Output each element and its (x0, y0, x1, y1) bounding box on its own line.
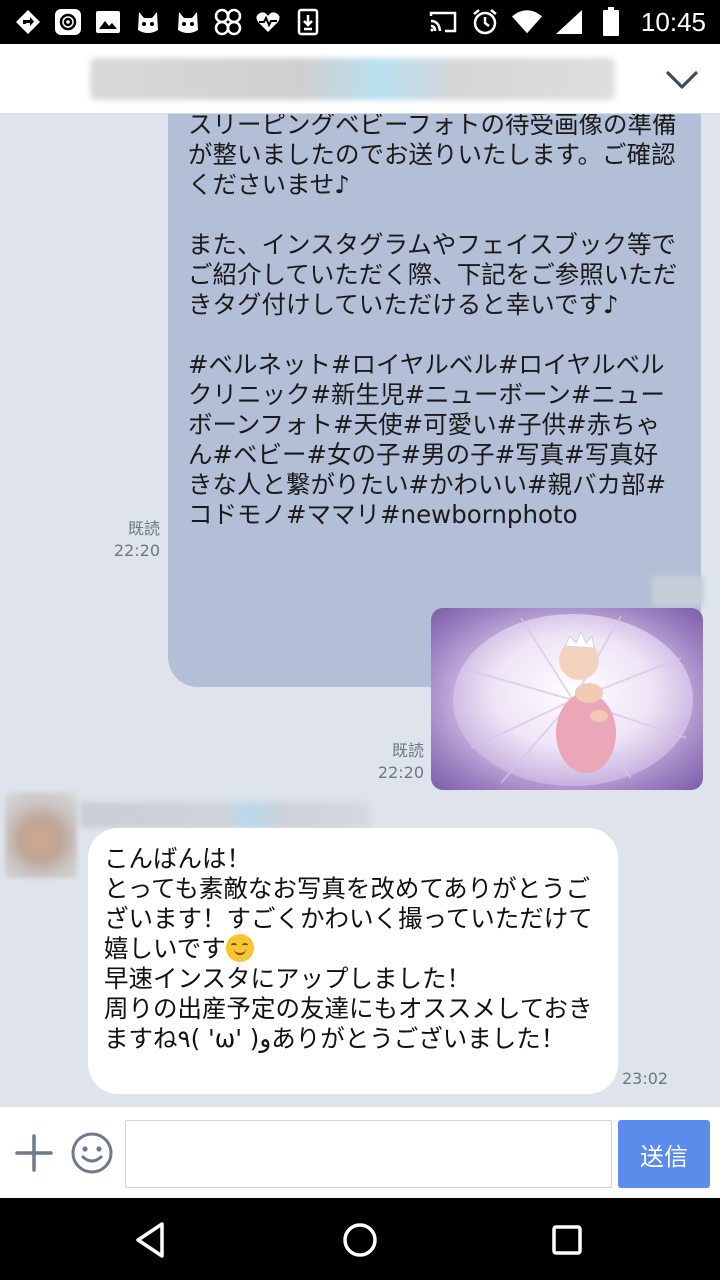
cast-icon (427, 6, 459, 38)
send-button[interactable]: 送信 (618, 1120, 710, 1188)
sender-name-blurred (80, 802, 370, 828)
chat-header (0, 44, 720, 114)
read-receipt: 既読 (127, 519, 160, 538)
at-sign-icon (52, 6, 84, 38)
message-time: 22:20 (377, 763, 424, 782)
plus-icon[interactable] (14, 1133, 54, 1173)
message-paragraph: また、インスタグラムやフェイスブック等でご紹介していただく際、下記をご参照いただ… (188, 230, 678, 319)
outgoing-message-bubble[interactable]: スリーピングベビーフォトの待受画像の準備が整いましたのでお送りいたします。ご確認… (168, 114, 701, 687)
read-receipt: 既読 (391, 741, 424, 760)
smile-emoji-icon (225, 934, 254, 962)
wifi-icon (511, 6, 543, 38)
home-icon[interactable] (338, 1218, 382, 1262)
battery-icon (595, 6, 627, 38)
incoming-message-text: 早速インスタにアップしました！ 周りの出産予定の友達にもオススメしておきますね٩… (104, 964, 593, 1053)
outgoing-photo[interactable] (431, 608, 703, 790)
message-meta: 既読 22:20 (110, 518, 160, 562)
message-input[interactable] (125, 1120, 612, 1188)
back-icon[interactable] (130, 1218, 174, 1262)
flower-icon (212, 6, 244, 38)
signal-icon (553, 6, 585, 38)
system-icons: 10:45 (427, 6, 706, 38)
photo-icon (92, 6, 124, 38)
newborn-photo-image (431, 608, 703, 790)
sender-label-blurred (652, 576, 704, 606)
android-nav-bar (0, 1198, 720, 1280)
chat-title-blurred[interactable] (90, 58, 615, 100)
chevron-down-icon[interactable] (664, 62, 700, 98)
message-time: 22:20 (113, 541, 160, 560)
status-bar: 10:45 (0, 0, 720, 44)
message-input-bar: 送信 (0, 1106, 720, 1198)
alarm-icon (469, 6, 501, 38)
avatar[interactable] (5, 792, 77, 878)
message-meta: 既読 22:20 (370, 740, 424, 784)
message-paragraph: スリーピングベビーフォトの待受画像の準備が整いましたのでお送りいたします。ご確認… (188, 114, 677, 199)
recent-apps-icon[interactable] (545, 1218, 589, 1262)
incoming-message-text: こんばんは！ とっても素敵なお写真を改めてありがとうございます！すごくかわいく撮… (104, 844, 593, 963)
message-time: 23:02 (622, 1069, 669, 1088)
cat-icon (172, 6, 204, 38)
clock-time: 10:45 (640, 6, 706, 37)
heart-rate-icon (252, 6, 284, 38)
cat-icon (132, 6, 164, 38)
navigation-icon (12, 6, 44, 38)
download-icon (292, 6, 324, 38)
incoming-message-bubble[interactable]: こんばんは！ とっても素敵なお写真を改めてありがとうございます！すごくかわいく撮… (88, 828, 618, 1094)
notification-icons (12, 6, 324, 38)
emoji-icon[interactable] (70, 1131, 114, 1175)
chat-area[interactable]: スリーピングベビーフォトの待受画像の準備が整いましたのでお送りいたします。ご確認… (0, 114, 720, 1106)
message-paragraph: #ベルネット#ロイヤルベル#ロイヤルベルクリニック#新生児#ニューボーン#ニュー… (188, 350, 667, 529)
